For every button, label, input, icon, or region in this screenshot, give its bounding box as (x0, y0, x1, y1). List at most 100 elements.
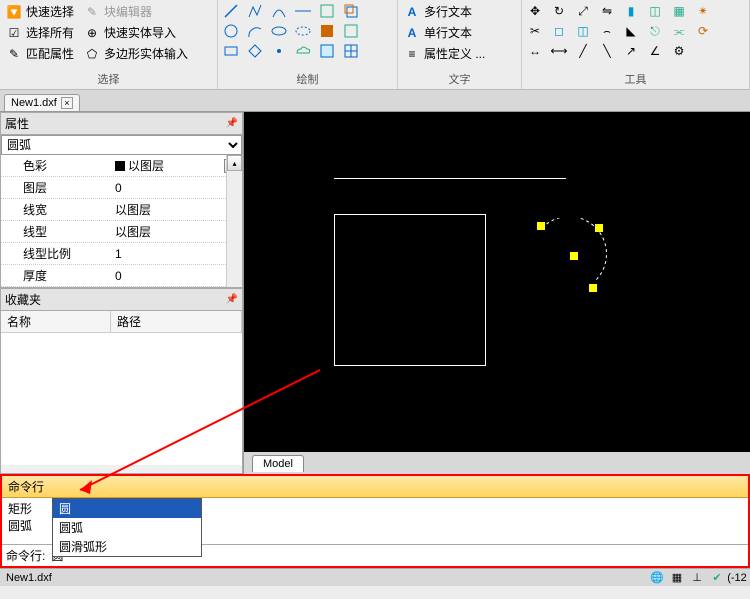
prop-thk-val: 0 (111, 265, 242, 286)
mtext-button[interactable]: A多行文本 (402, 2, 517, 21)
prop-row-thickness[interactable]: 厚度0 (1, 265, 242, 287)
arc-icon[interactable] (246, 22, 264, 40)
block-icon[interactable] (342, 22, 360, 40)
prop-row-linetype[interactable]: 线型以图层 (1, 221, 242, 243)
tool-chamfer-icon[interactable]: ◣ (622, 22, 640, 40)
xline-icon[interactable] (294, 2, 312, 20)
tool-fillet-icon[interactable]: ⌢ (598, 22, 616, 40)
polygon-icon[interactable] (246, 42, 264, 60)
model-tab[interactable]: Model (252, 455, 304, 472)
tool-mirror-icon[interactable]: ⇋ (598, 2, 616, 20)
quick-select-button[interactable]: 🔽快速选择 (4, 2, 76, 21)
command-title: 命令行 (2, 476, 748, 498)
drawing-canvas[interactable]: Model (244, 112, 750, 474)
attdef-button[interactable]: ≡属性定义 ... (402, 44, 517, 63)
quick-import-button[interactable]: ⊕快速实体导入 (82, 23, 178, 42)
block-editor-button[interactable]: ✎块编辑器 (82, 2, 154, 21)
copy-icon[interactable] (342, 2, 360, 20)
autocomplete-item[interactable]: 圆弧 (53, 518, 201, 537)
cloud-icon[interactable] (294, 42, 312, 60)
circle-icon[interactable] (222, 22, 240, 40)
tool-dim3-icon[interactable]: ╲ (598, 42, 616, 60)
prop-color-key: 色彩 (1, 155, 111, 176)
prop-row-layer[interactable]: 图层0 (1, 177, 242, 199)
entity-type-select[interactable]: 圆弧 (1, 135, 242, 155)
prop-lt-key: 线型 (1, 221, 111, 242)
block-editor-label: 块编辑器 (104, 3, 152, 20)
spline-icon[interactable] (270, 2, 288, 20)
command-history: 矩形 圆弧 圆 圆弧 圆滑弧形 (2, 498, 748, 544)
quick-select-label: 快速选择 (26, 3, 74, 20)
snap-icon[interactable] (318, 42, 336, 60)
ribbon-group-tools: ✥ ↻ ⤢ ⇋ ▮ ◫ ▦ ✴ ✂ ◻ ◫ ⌢ ◣ ⎋ ⫘ ⟳ ↔ ⟷ (522, 0, 750, 89)
tool-explode-icon[interactable]: ✴ (694, 2, 712, 20)
hatch-icon[interactable] (318, 22, 336, 40)
select-group-label: 选择 (4, 69, 213, 89)
arc-handle[interactable] (570, 252, 578, 260)
table-icon[interactable] (342, 42, 360, 60)
match-props-button[interactable]: ✎匹配属性 (4, 44, 76, 63)
scroll-up-icon[interactable]: ▴ (227, 155, 242, 171)
tool-dim1-icon[interactable]: ↔ (526, 42, 544, 60)
arc-handle[interactable] (589, 284, 597, 292)
tool-trim-icon[interactable]: ✂ (526, 22, 544, 40)
move-icon[interactable] (318, 2, 336, 20)
prop-lt-val: 以图层 (111, 221, 242, 242)
stext-button[interactable]: A单行文本 (402, 23, 517, 42)
pin-icon[interactable]: 📌 (226, 294, 238, 305)
status-bar: New1.dxf 🌐 ▦ ⊥ ✔ (-12 (0, 568, 750, 586)
attdef-icon: ≡ (404, 46, 420, 62)
stext-label: 单行文本 (424, 24, 472, 41)
command-prompt: 命令行: (6, 547, 45, 564)
mtext-label: 多行文本 (424, 3, 472, 20)
ellipse-icon[interactable] (270, 22, 288, 40)
autocomplete-item[interactable]: 圆滑弧形 (53, 537, 201, 556)
tool-scale-icon[interactable]: ⤢ (574, 2, 592, 20)
tool-rotate-icon[interactable]: ↻ (550, 2, 568, 20)
close-icon[interactable]: × (61, 97, 73, 109)
fav-col-path[interactable]: 路径 (111, 311, 242, 332)
point-icon[interactable] (270, 42, 288, 60)
rect-icon[interactable] (222, 42, 240, 60)
prop-row-lineweight[interactable]: 线宽以图层 (1, 199, 242, 221)
status-icon-check[interactable]: ✔ (710, 571, 724, 585)
tool-angle-icon[interactable]: ∠ (646, 42, 664, 60)
poly-input-button[interactable]: ⬠多边形实体输入 (82, 44, 190, 63)
poly-input-label: 多边形实体输入 (104, 45, 188, 62)
mtext-icon: A (404, 4, 420, 20)
tool-dim2-icon[interactable]: ⟷ (550, 42, 568, 60)
status-icon-grid[interactable]: ▦ (670, 571, 684, 585)
prop-row-color[interactable]: 色彩 以图层▾ (1, 155, 242, 177)
file-tab-bar: New1.dxf × (0, 90, 750, 112)
tool-array1-icon[interactable]: ◫ (646, 2, 664, 20)
tool-join-icon[interactable]: ⫘ (670, 22, 688, 40)
tool-settings-icon[interactable]: ⚙ (670, 42, 688, 60)
properties-scrollbar[interactable]: ▴ (226, 155, 242, 287)
file-tab-label: New1.dxf (11, 97, 57, 109)
select-all-button[interactable]: ☑选择所有 (4, 23, 76, 42)
status-icon-globe[interactable]: 🌐 (650, 571, 664, 585)
tool-extend-icon[interactable]: ╱ (574, 42, 592, 60)
tool-break-icon[interactable]: ⎋ (646, 22, 664, 40)
tool-offset-icon[interactable]: ◫ (574, 22, 592, 40)
ribbon-group-draw: 绘制 (218, 0, 398, 89)
tool-stretch-icon[interactable]: ▮ (622, 2, 640, 20)
status-icons: 🌐 ▦ ⊥ ✔ (-12 (650, 571, 744, 585)
autocomplete-item[interactable]: 圆 (53, 499, 201, 518)
tool-refresh-icon[interactable]: ⟳ (694, 22, 712, 40)
ellipse-arc-icon[interactable] (294, 22, 312, 40)
line-icon[interactable] (222, 2, 240, 20)
polyline-icon[interactable] (246, 2, 264, 20)
tool-move-icon[interactable]: ✥ (526, 2, 544, 20)
tool-window-icon[interactable]: ◻ (550, 22, 568, 40)
status-icon-perp[interactable]: ⊥ (690, 571, 704, 585)
file-tab[interactable]: New1.dxf × (4, 94, 80, 111)
fav-col-name[interactable]: 名称 (1, 311, 111, 332)
tool-leader-icon[interactable]: ↗ (622, 42, 640, 60)
select-all-label: 选择所有 (26, 24, 74, 41)
prop-row-ltscale[interactable]: 线型比例1 (1, 243, 242, 265)
arc-handle[interactable] (595, 224, 603, 232)
pin-icon[interactable]: 📌 (226, 118, 238, 129)
arc-handle[interactable] (537, 222, 545, 230)
tool-array2-icon[interactable]: ▦ (670, 2, 688, 20)
